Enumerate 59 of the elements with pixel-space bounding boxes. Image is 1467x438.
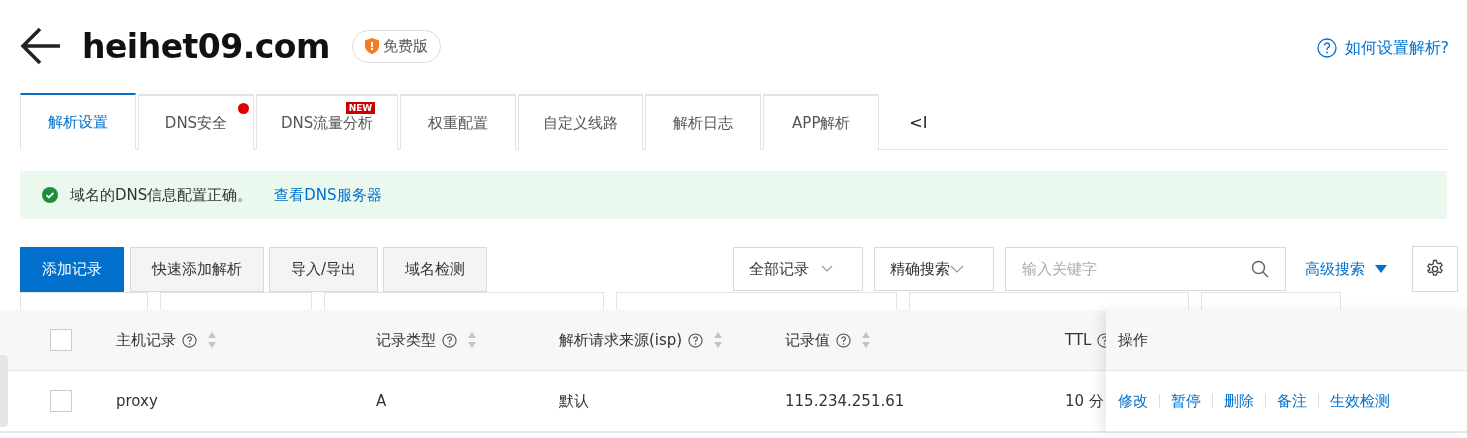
settings-button[interactable] (1412, 246, 1458, 292)
tab[interactable]: 自定义线路 (518, 94, 644, 150)
row-action-link[interactable]: 修改 (1118, 391, 1148, 411)
tab[interactable]: DNS安全 (138, 94, 254, 150)
table-cell: 默认 (559, 391, 589, 411)
advanced-search-link[interactable]: 高级搜索 (1305, 259, 1387, 279)
tab[interactable]: APP解析 (763, 94, 880, 150)
sort-icon[interactable] (467, 331, 477, 349)
toolbar-button[interactable]: 添加记录 (20, 246, 124, 292)
column-header: 主机记录 (116, 330, 176, 350)
tab[interactable]: NEW DNS流量分析 (256, 94, 399, 150)
new-badge: NEW (345, 102, 376, 114)
help-icon (836, 332, 851, 348)
search-field[interactable]: 输入关键字 (1005, 247, 1286, 291)
side-handle[interactable] (0, 355, 8, 427)
sort-icon[interactable] (861, 331, 871, 349)
column-header: TTL (1065, 331, 1092, 349)
status-message: 域名的DNS信息配置正确。 (70, 185, 253, 205)
column-header: 记录类型 (376, 330, 436, 350)
record-filter-dropdown[interactable]: 全部记录 (733, 247, 863, 291)
help-icon (688, 332, 704, 348)
domain-title: heihet09.com (82, 26, 330, 66)
check-circle-icon (42, 187, 58, 203)
chevron-down-icon (821, 265, 833, 273)
column-header: 记录值 (785, 330, 830, 350)
row-action-link[interactable]: 暂停 (1171, 391, 1201, 411)
toolbar-button[interactable]: 快速添加解析 (130, 246, 264, 292)
row-checkbox[interactable] (50, 390, 72, 412)
chevron-down-icon (950, 265, 964, 273)
help-icon (1316, 38, 1337, 58)
settings-icon (1425, 259, 1445, 279)
edition-label: 免费版 (382, 36, 428, 56)
shield-icon (364, 38, 379, 54)
sort-icon[interactable] (207, 331, 217, 349)
sort-icon[interactable] (713, 331, 724, 349)
table-cell: A (376, 392, 387, 410)
column-header: 解析请求来源(isp) (559, 330, 683, 350)
row-action-link[interactable]: 备注 (1277, 391, 1307, 411)
caret-down-icon (1375, 265, 1387, 273)
tab[interactable]: 解析日志 (645, 94, 762, 150)
table-cell: 115.234.251.61 (785, 392, 905, 410)
back-arrow-icon[interactable] (20, 26, 62, 66)
help-icon (182, 332, 197, 348)
table-cell: proxy (116, 392, 158, 410)
search-icon (1251, 260, 1269, 278)
row-action-link[interactable]: 生效检测 (1330, 391, 1390, 411)
search-mode-dropdown[interactable]: 精确搜索 (874, 247, 994, 291)
row-action-link[interactable]: 删除 (1224, 391, 1254, 411)
tab[interactable]: 权重配置 (400, 94, 517, 150)
help-link[interactable]: 如何设置解析? (1316, 37, 1449, 59)
help-icon (442, 332, 457, 348)
collapse-tabs-button[interactable]: <I (909, 113, 928, 132)
select-all-checkbox[interactable] (50, 329, 72, 351)
table-cell: 10 分 (1065, 391, 1104, 411)
toolbar-button[interactable]: 域名检测 (383, 246, 488, 292)
toolbar-button[interactable]: 导入/导出 (269, 246, 379, 292)
tab[interactable]: 解析设置 (20, 93, 136, 150)
dns-server-link[interactable]: 查看DNS服务器 (274, 185, 382, 205)
column-header: 操作 (1118, 330, 1148, 350)
